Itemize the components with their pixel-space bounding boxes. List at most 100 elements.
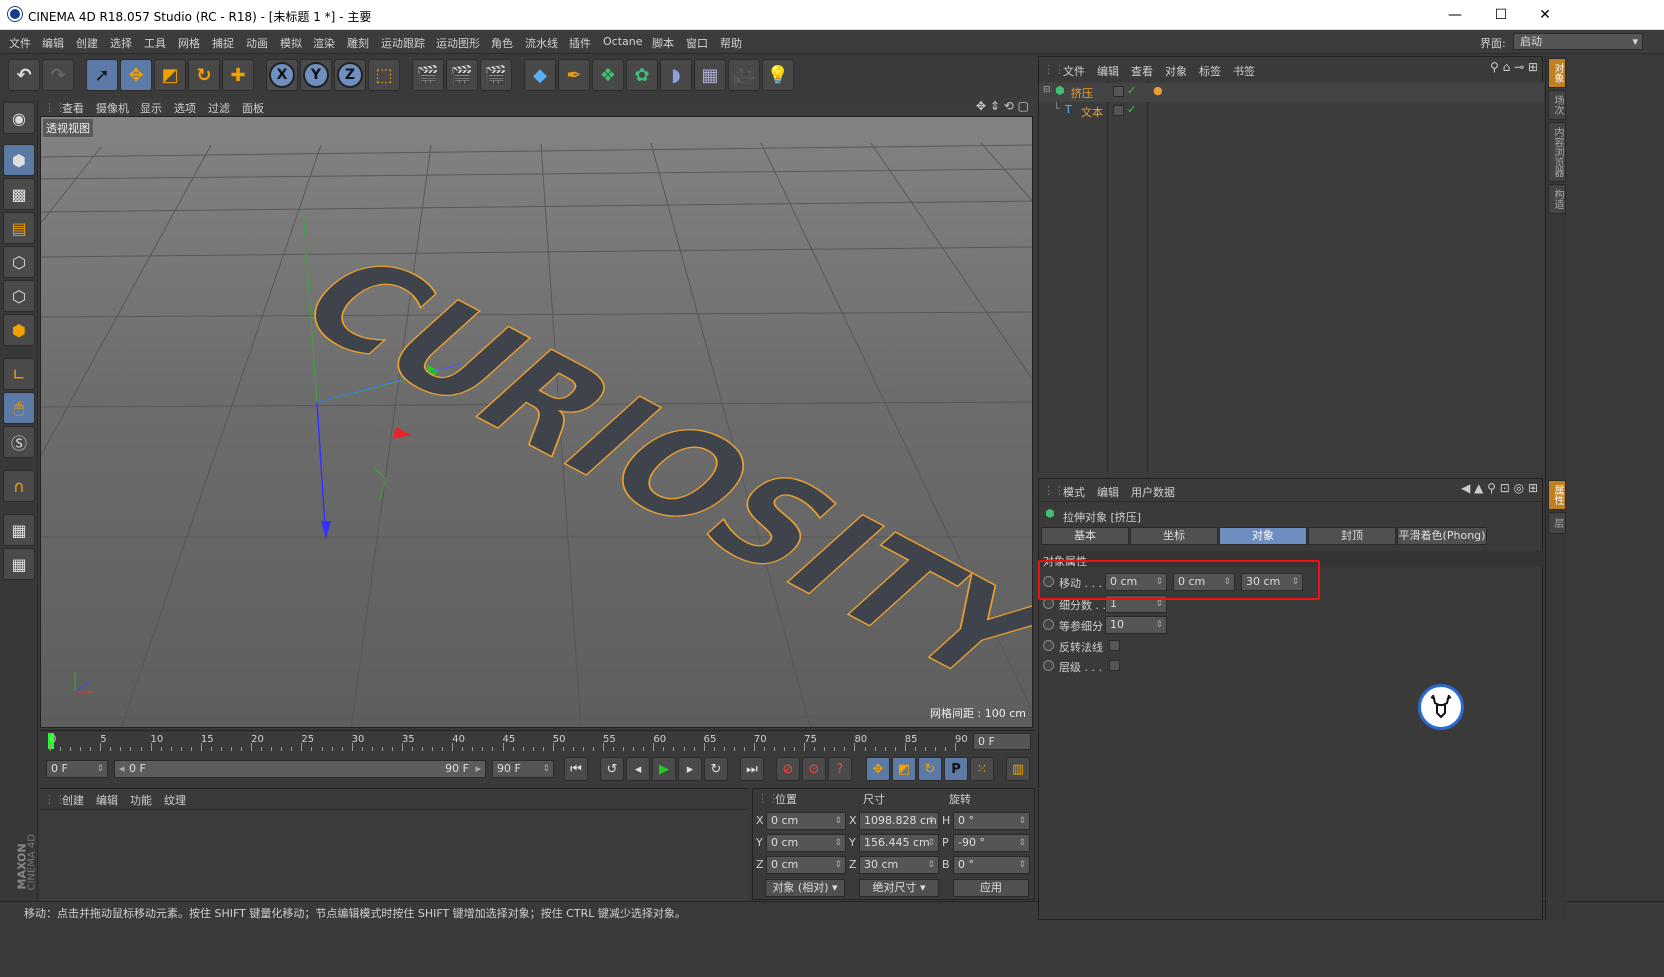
timeline-ruler[interactable]: 0 5 10 15 20 25 30 35 40 45 50 55 60 65 70 75 80 85 90 [48, 731, 968, 751]
floor-icon[interactable]: ▦ [694, 59, 726, 91]
pen-icon[interactable]: ✒ [558, 59, 590, 91]
vtab-takes[interactable]: 场次 [1548, 90, 1566, 120]
menu-octane[interactable]: Octane [603, 35, 643, 48]
key-position-icon[interactable]: ✥ [866, 757, 890, 781]
tab-object[interactable]: 对象 [1219, 527, 1307, 545]
vp-menu-options[interactable]: 选项 [174, 100, 196, 116]
model-mode-icon[interactable]: ⬢ [3, 144, 35, 176]
minimize-button[interactable]: — [1432, 0, 1478, 30]
menu-edit[interactable]: 编辑 [42, 35, 64, 51]
obj-menu-file[interactable]: 文件 [1063, 63, 1085, 79]
menu-pipeline[interactable]: 流水线 [525, 35, 558, 51]
object-row-text[interactable]: └ T 文本 ✓ [1039, 102, 1544, 121]
size-mode-dropdown[interactable]: 绝对尺寸 ▾ [859, 879, 939, 897]
apply-button[interactable]: 应用 [953, 879, 1029, 897]
vtab-content-browser[interactable]: 内容浏览器 [1548, 122, 1566, 182]
move-tool-icon[interactable]: ✥ [120, 59, 152, 91]
menu-character[interactable]: 角色 [491, 35, 513, 51]
tweak-mode-icon[interactable]: 🖱 [3, 392, 35, 424]
solo-icon[interactable]: Ⓢ [3, 426, 35, 458]
animate-toggle[interactable] [1043, 640, 1054, 651]
tab-phong[interactable]: 平滑着色(Phong) [1397, 527, 1487, 545]
mat-menu-create[interactable]: 创建 [62, 792, 84, 808]
tab-coord[interactable]: 坐标 [1130, 527, 1218, 545]
tree-collapse-icon[interactable]: ⊟ [1043, 85, 1051, 95]
vp-menu-display[interactable]: 显示 [140, 100, 162, 116]
obj-menu-edit[interactable]: 编辑 [1097, 63, 1119, 79]
menu-motion-tracking[interactable]: 运动跟踪 [381, 35, 425, 51]
texture-mode-icon[interactable]: ▩ [3, 178, 35, 210]
subdivision-icon[interactable]: ❖ [592, 59, 624, 91]
y-axis-icon[interactable]: Y [300, 59, 332, 91]
current-frame-field[interactable]: 0 F [973, 733, 1031, 750]
obj-menu-bookmarks[interactable]: 书签 [1233, 63, 1255, 79]
vp-menu-camera[interactable]: 摄像机 [96, 100, 129, 116]
play-icon[interactable]: ▶ [652, 757, 676, 781]
coord-mode-dropdown[interactable]: 对象 (相对) ▾ [765, 879, 845, 897]
workplane-icon[interactable]: ▤ [3, 212, 35, 244]
attr-menu-edit[interactable]: 编辑 [1097, 484, 1119, 500]
vtab-structure[interactable]: 构造 [1548, 184, 1566, 214]
viewport-nav-icons[interactable]: ✥ ⇕ ⟲ ▢ [976, 99, 1029, 113]
tag-icon[interactable]: ● [1153, 84, 1163, 97]
x-axis-icon[interactable]: X [266, 59, 298, 91]
render-picture-viewer-icon[interactable]: 🎬 [446, 59, 478, 91]
scale-tool-icon[interactable]: ◩ [154, 59, 186, 91]
obj-header-icons[interactable]: ⚲ ⌂ ⊸ ⊞ [1490, 60, 1538, 74]
light-icon[interactable]: 💡 [762, 59, 794, 91]
go-to-end-icon[interactable]: ⏭ [740, 757, 764, 781]
camera-icon[interactable]: 🎥 [728, 59, 760, 91]
object-row-extrude[interactable]: ⊟ ⬢ 挤压 ✓ ● [1039, 83, 1544, 102]
menu-sculpt[interactable]: 雕刻 [347, 35, 369, 51]
tab-basic[interactable]: 基本 [1041, 527, 1129, 545]
next-frame-icon[interactable]: ▸ [678, 757, 702, 781]
position-y-field[interactable]: 0 cm [766, 834, 846, 852]
previous-frame-icon[interactable]: ◂ [626, 757, 650, 781]
start-frame-field[interactable]: 0 F [46, 760, 108, 778]
go-to-start-icon[interactable]: ⏮ [564, 757, 588, 781]
obj-menu-tags[interactable]: 标签 [1199, 63, 1221, 79]
vp-menu-panel[interactable]: 面板 [242, 100, 264, 116]
key-parameter-icon[interactable]: P [944, 757, 968, 781]
workplane-lock-icon[interactable]: ▦ [3, 514, 35, 546]
key-scale-icon[interactable]: ◩ [892, 757, 916, 781]
rotation-b-field[interactable]: 0 ° [953, 856, 1030, 874]
vp-menu-view[interactable]: 查看 [62, 100, 84, 116]
menu-plugins[interactable]: 插件 [569, 35, 591, 51]
cube-icon[interactable]: ◆ [524, 59, 556, 91]
menu-render[interactable]: 渲染 [313, 35, 335, 51]
axis-mode-icon[interactable]: ∟ [3, 358, 35, 390]
menu-simulate[interactable]: 模拟 [280, 35, 302, 51]
vtab-layers[interactable]: 层 [1548, 512, 1566, 534]
key-pla-icon[interactable]: ⁙ [970, 757, 994, 781]
mat-menu-texture[interactable]: 纹理 [164, 792, 186, 808]
tab-caps[interactable]: 封顶 [1308, 527, 1396, 545]
render-settings-icon[interactable]: 🎬 [480, 59, 512, 91]
timeline-window-icon[interactable]: ▥ [1006, 757, 1030, 781]
maximize-button[interactable]: ☐ [1478, 0, 1524, 30]
vtab-objects[interactable]: 对象 [1548, 58, 1566, 88]
object-name[interactable]: 挤压 [1071, 85, 1093, 101]
end-frame-field[interactable]: 90 F [492, 760, 554, 778]
menu-file[interactable]: 文件 [9, 35, 31, 51]
redo-icon[interactable]: ↷ [42, 59, 74, 91]
mograph-cloner-icon[interactable]: ✿ [626, 59, 658, 91]
attr-header-icons[interactable]: ◀ ▲ ⚲ ⊡ ◎ ⊞ [1461, 481, 1538, 495]
points-mode-icon[interactable]: ⬡ [3, 246, 35, 278]
frame-range-slider[interactable]: ◂ 0 F 90 F ▸ [114, 760, 486, 778]
menu-tools[interactable]: 工具 [144, 35, 166, 51]
menu-mograph[interactable]: 运动图形 [436, 35, 480, 51]
menu-mesh[interactable]: 网格 [178, 35, 200, 51]
record-keys-icon[interactable]: ⊘ [776, 757, 800, 781]
menu-select[interactable]: 选择 [110, 35, 132, 51]
size-z-field[interactable]: 30 cm [859, 856, 939, 874]
menu-create[interactable]: 创建 [76, 35, 98, 51]
animate-toggle[interactable] [1043, 619, 1054, 630]
mat-menu-edit[interactable]: 编辑 [96, 792, 118, 808]
isoparm-field[interactable]: 10 [1105, 616, 1167, 634]
edges-mode-icon[interactable]: ⬡ [3, 280, 35, 312]
z-axis-icon[interactable]: Z [334, 59, 366, 91]
obj-menu-objects[interactable]: 对象 [1165, 63, 1187, 79]
mat-menu-function[interactable]: 功能 [130, 792, 152, 808]
enabled-check-icon[interactable]: ✓ [1127, 84, 1136, 97]
